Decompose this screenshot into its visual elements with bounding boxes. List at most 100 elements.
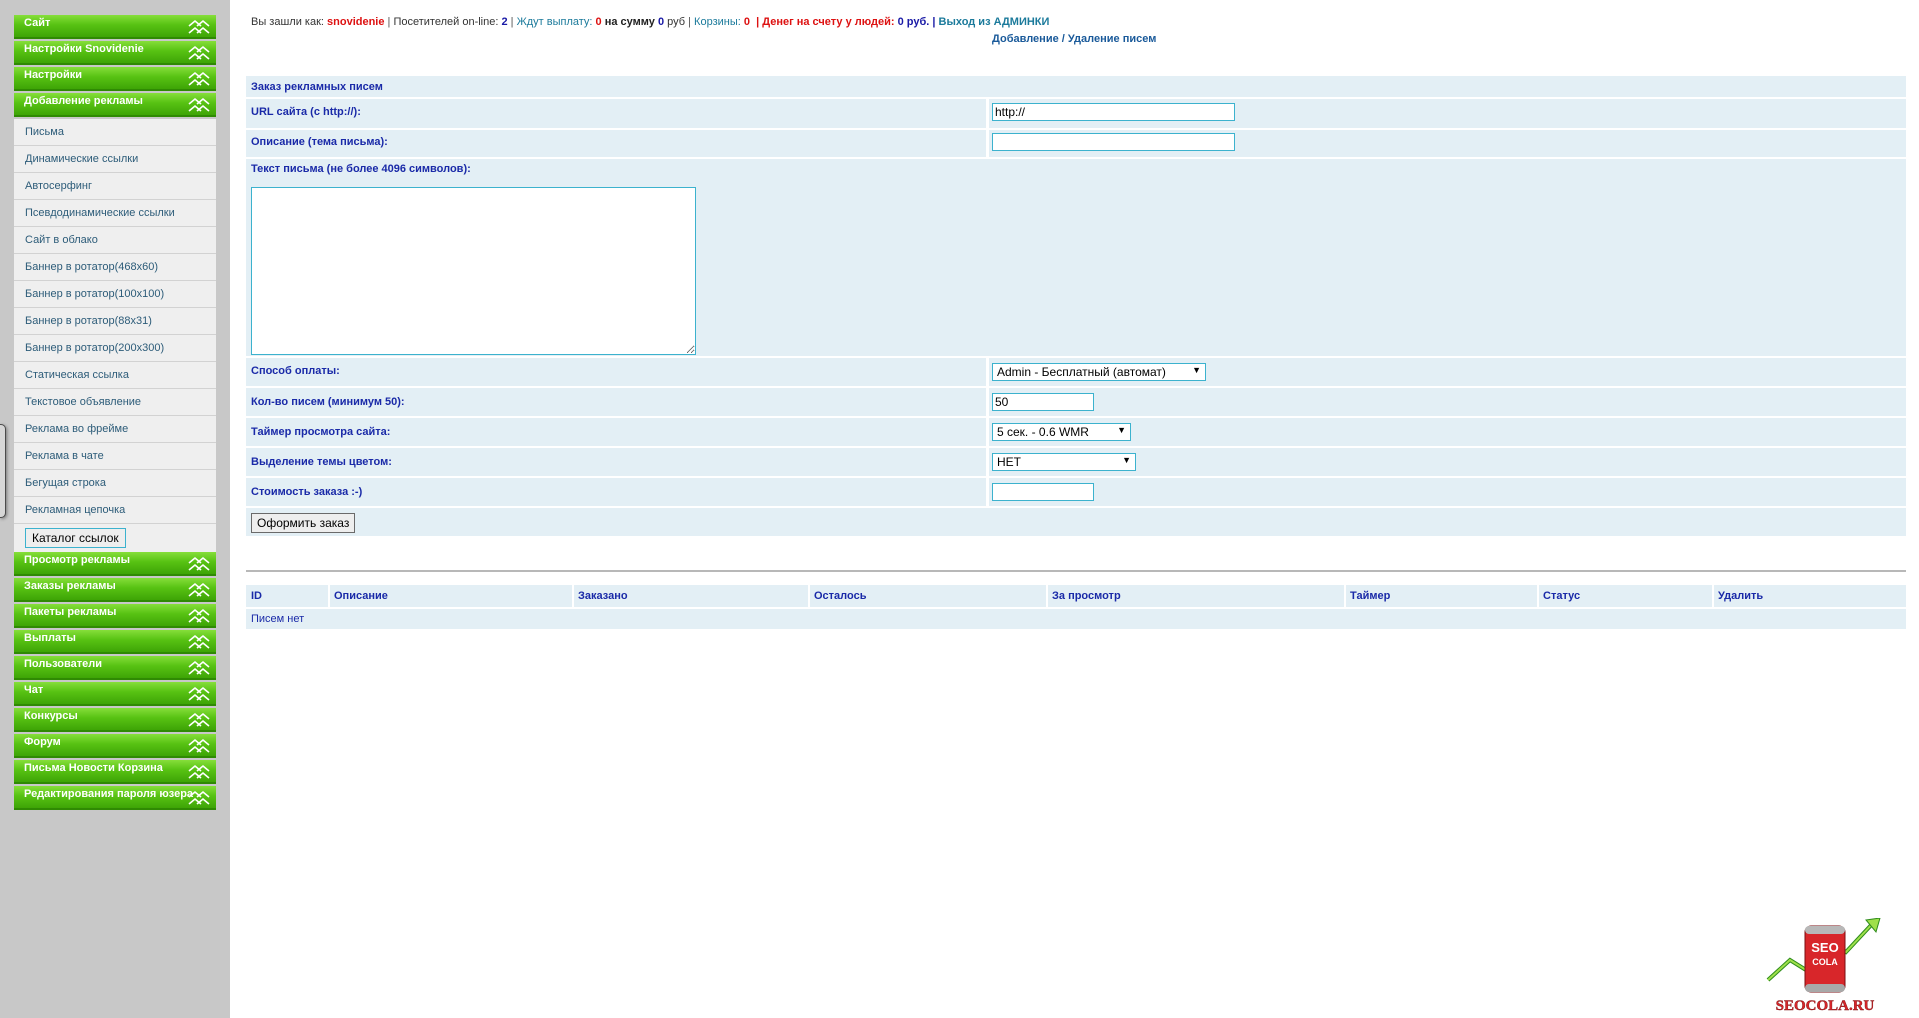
menu-group-label: Пользователи [24,658,103,670]
count-input[interactable] [992,393,1094,411]
cost-label: Стоимость заказа :-) [251,486,363,498]
menu-group-sidebar-groups_bottom-4[interactable]: Пользователи [14,656,216,680]
double-chevron-icon [186,580,212,600]
url-row: URL сайта (с http://): [246,99,1906,128]
logo-site-text: SEOCOLA.RU [1776,998,1875,1014]
submit-order-button[interactable]: Оформить заказ [251,513,356,533]
letters-subnav: Добавление / Удаление писем [992,33,1156,45]
menu-group-sidebar-groups_top-1[interactable]: Настройки Snovidenie [14,41,216,65]
cost-input[interactable] [992,483,1094,501]
form-title: Заказ рекламных писем [251,81,383,93]
color-row: Выделение темы цветом: НЕТ ▼ [246,448,1906,476]
color-label: Выделение темы цветом: [251,456,392,468]
sub-menu-item[interactable]: Текстовое объявление [14,389,216,416]
menu-group-sidebar-groups_bottom-6[interactable]: Конкурсы [14,708,216,732]
payment-row: Способ оплаты: Admin - Бесплатный (автом… [246,358,1906,386]
column-header[interactable]: Осталось [814,590,866,602]
sub-menu-item[interactable]: Реклама в чате [14,443,216,470]
delete-letters-link[interactable]: Удаление писем [1068,33,1156,45]
sum-label: на сумму [604,16,655,28]
menu-group-label: Добавление рекламы [24,95,143,107]
menu-group-sidebar-groups_top-0[interactable]: Сайт [14,15,216,39]
online-label: Посетителей on-line: [393,16,499,28]
count-label: Кол-во писем (минимум 50): [251,396,405,408]
double-chevron-icon [186,606,212,626]
timer-select[interactable]: 5 сек. - 0.6 WMR ▼ [992,423,1131,441]
carts-link[interactable]: Корзины: [694,16,741,28]
add-letters-link[interactable]: Добавление [992,33,1059,45]
menu-group-sidebar-groups_bottom-3[interactable]: Выплаты [14,630,216,654]
username: snovidenie [327,16,385,28]
double-chevron-icon [186,17,212,37]
sub-menu-item[interactable]: Статическая ссылка [14,362,216,389]
description-row: Описание (тема письма): [246,130,1906,157]
color-select[interactable]: НЕТ ▼ [992,453,1136,471]
menu-group-label: Конкурсы [24,710,78,722]
sub-menu-item[interactable]: Автосерфинг [14,173,216,200]
column-header[interactable]: Заказано [578,590,628,602]
money-value: 0 руб. [897,16,930,28]
letter-text-row: Текст письма (не более 4096 символов): [246,159,1906,356]
submit-row: Оформить заказ [246,508,1906,536]
seocola-logo: SEO COLA SEOCOLA.RU [1762,917,1888,1014]
money-label: Денег на счету у людей: [762,16,895,28]
menu-group-label: Пакеты рекламы [24,606,117,618]
column-header[interactable]: Описание [334,590,388,602]
double-chevron-icon [186,658,212,678]
description-input[interactable] [992,133,1235,151]
sum-value: 0 [657,16,665,28]
column-header[interactable]: Таймер [1350,590,1390,602]
sub-menu-item[interactable]: Баннер в ротатор(468x60) [14,254,216,281]
double-chevron-icon [186,736,212,756]
online-count: 2 [501,16,508,28]
menu-group-label: Просмотр рекламы [24,554,131,566]
sub-menu-item[interactable]: Баннер в ротатор(200x300) [14,335,216,362]
menu-group-sidebar-groups_bottom-7[interactable]: Форум [14,734,216,758]
menu-group-label: Настройки [24,69,83,81]
menu-group-sidebar-groups_bottom-0[interactable]: Просмотр рекламы [14,552,216,576]
column-header[interactable]: ID [251,590,262,602]
logout-link[interactable]: Выход из АДМИНКИ [939,16,1050,28]
column-header[interactable]: За просмотр [1052,590,1121,602]
sub-menu-item[interactable]: Бегущая строка [14,470,216,497]
sub-menu-item[interactable]: Псевдодинамические ссылки [14,200,216,227]
menu-group-label: Форум [24,736,61,748]
payment-select[interactable]: Admin - Бесплатный (автомат) ▼ [992,363,1206,381]
catalog-links-button[interactable]: Каталог ссылок [25,528,126,548]
sub-menu-item[interactable]: Баннер в ротатор(88x31) [14,308,216,335]
menu-group-sidebar-groups_top-3[interactable]: Добавление рекламы [14,93,216,117]
column-header[interactable]: Статус [1543,590,1580,602]
menu-group-sidebar-groups_bottom-8[interactable]: Письма Новости Корзина [14,760,216,784]
sub-menu-item[interactable]: Письма [14,119,216,146]
color-selected-value: НЕТ [997,455,1021,469]
timer-label: Таймер просмотра сайта: [251,426,391,438]
menu-group-sidebar-groups_top-2[interactable]: Настройки [14,67,216,91]
letter-text-area[interactable] [251,187,696,355]
sub-menu-item[interactable]: Динамические ссылки [14,146,216,173]
sub-menu-item[interactable]: Баннер в ротатор(100x100) [14,281,216,308]
double-chevron-icon [186,632,212,652]
currency: руб [667,16,686,28]
awaiting-payout-link[interactable]: Ждут выплату: [517,16,593,28]
edge-handle[interactable] [0,424,6,518]
sub-menu-item[interactable]: Рекламная цепочка [14,497,216,524]
logged-as-label: Вы зашли как: [251,16,324,28]
menu-group-sidebar-groups_bottom-9[interactable]: Редактирования пароля юзера [14,786,216,810]
dropdown-arrow-icon: ▼ [1192,365,1201,375]
url-input[interactable] [992,103,1235,121]
menu-group-sidebar-groups_bottom-1[interactable]: Заказы рекламы [14,578,216,602]
menu-group-label: Сайт [24,17,51,29]
menu-group-label: Редактирования пароля юзера [24,788,194,800]
menu-group-sidebar-groups_bottom-2[interactable]: Пакеты рекламы [14,604,216,628]
divider-line [246,570,1906,572]
double-chevron-icon [186,762,212,782]
column-header[interactable]: Удалить [1718,590,1763,602]
double-chevron-icon [186,710,212,730]
seocola-logo-graphic: SEO COLA SEOCOLA.RU [1766,917,1881,1014]
admin-sidebar: Сайт Настройки Snovidenie Настройки Добавле… [14,15,216,812]
sub-menu-item[interactable]: Реклама во фрейме [14,416,216,443]
timer-row: Таймер просмотра сайта: 5 сек. - 0.6 WMR… [246,418,1906,446]
menu-group-sidebar-groups_bottom-5[interactable]: Чат [14,682,216,706]
sub-menu-item[interactable]: Сайт в облако [14,227,216,254]
letter-text-label: Текст письма (не более 4096 символов): [251,163,471,175]
